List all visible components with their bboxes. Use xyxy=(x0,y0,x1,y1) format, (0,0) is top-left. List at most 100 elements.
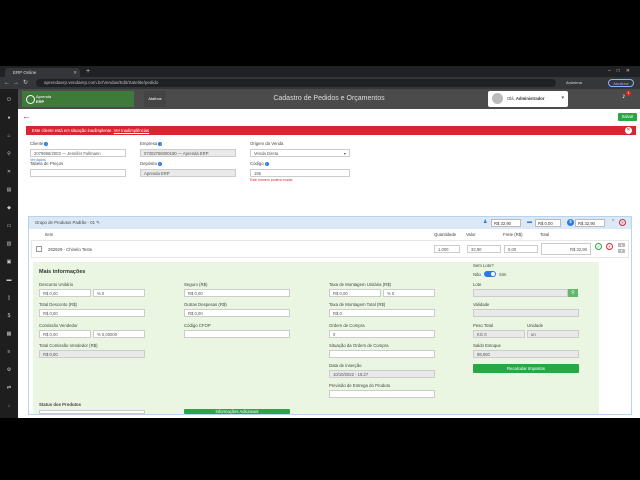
ordem-field[interactable]: 0 xyxy=(329,330,435,338)
lote-field[interactable] xyxy=(473,289,568,297)
outras-label: Outras Despesas (R$) xyxy=(184,302,227,307)
data-label: Data de inserção xyxy=(329,363,362,368)
save-button[interactable]: Salvar xyxy=(618,113,637,121)
cart-icon[interactable]: ⌂ xyxy=(6,133,12,139)
browser-tab[interactable]: ERP Online ✕ xyxy=(5,68,80,77)
situacao-field[interactable] xyxy=(329,350,435,358)
chart-icon[interactable]: ▤ xyxy=(6,187,12,193)
origem-select[interactable]: Venda Direta ▾ xyxy=(250,149,350,157)
taxa-total-field[interactable]: R$ 0 xyxy=(329,309,435,317)
quantity-field[interactable]: 1.000 xyxy=(434,245,460,253)
status-field[interactable] xyxy=(39,410,145,414)
box-icon[interactable]: ▣ xyxy=(6,259,12,265)
desc-total-label: Total Desconto (R$) xyxy=(39,302,77,307)
shortcuts-button[interactable]: Atalhos xyxy=(144,91,166,107)
col-quantidade: Quantidade xyxy=(434,232,457,237)
seguro-field[interactable]: R$ 0,00 xyxy=(184,289,290,297)
clipboard-icon[interactable]: ▯ xyxy=(6,295,12,301)
truck-icon[interactable]: ▬ xyxy=(6,277,12,283)
alert-text: Este cliente está em situação inadimplen… xyxy=(32,128,113,133)
search-icon[interactable]: ⚲ xyxy=(6,151,12,157)
bank-icon[interactable]: ▦ xyxy=(6,331,12,337)
money-icon[interactable]: $ xyxy=(6,313,12,319)
back-icon[interactable]: ← xyxy=(22,112,31,121)
comissao-pct-field[interactable]: % 0,00000 xyxy=(93,330,145,338)
address-bar[interactable]: aprendaerp.vendaerp.com.br/Vendas/Edit/S… xyxy=(36,79,556,87)
saldo-field[interactable]: 98,000 xyxy=(473,350,579,358)
back-arrow-icon[interactable]: ← xyxy=(4,79,10,87)
frete-field[interactable]: 0,00 xyxy=(504,245,538,253)
codigo-field[interactable]: 165 xyxy=(250,169,350,177)
new-tab-icon[interactable]: + xyxy=(86,68,90,76)
download-icon[interactable]: ↓ xyxy=(6,403,12,409)
profile-label[interactable]: Anônima xyxy=(566,80,582,85)
settings-icon[interactable]: ⚙ xyxy=(6,367,12,373)
remove-group-icon[interactable]: × xyxy=(619,219,626,226)
total-field[interactable]: R$ 32,90 xyxy=(541,243,591,255)
col-valor: Valor xyxy=(466,232,476,237)
cliente-field[interactable]: 2079696/2003 — Jennifer Fullmann xyxy=(30,149,126,157)
data-field[interactable]: 10/10/2022 - 15:27 xyxy=(329,370,435,378)
value-field[interactable]: 32,90 xyxy=(467,245,501,253)
move-up-icon[interactable]: ▲ xyxy=(618,243,625,247)
tag-icon[interactable]: ◆ xyxy=(6,205,12,211)
outras-field[interactable]: R$ 0,00 xyxy=(184,309,290,317)
item-checkbox[interactable] xyxy=(36,246,42,252)
comissao-label: Comissão Vendedor xyxy=(39,323,78,328)
chevron-down-icon: ▾ xyxy=(561,95,564,101)
bell-icon[interactable]: ♪ xyxy=(622,93,626,100)
chevron-up-icon[interactable]: ⌃ xyxy=(611,219,615,225)
deposito-field[interactable]: Aprenda ERP xyxy=(140,169,236,177)
tools-icon[interactable]: ✕ xyxy=(6,169,12,175)
taxa-unit-pct-field[interactable]: % 0 xyxy=(383,289,435,297)
origem-label: Origem da Venda xyxy=(250,141,284,146)
avatar xyxy=(492,93,503,104)
lote-label: Lote xyxy=(473,282,482,287)
cfop-field[interactable] xyxy=(184,330,290,338)
recalcular-button[interactable]: Recalcular Impostos xyxy=(473,364,579,373)
comissao-field[interactable]: R$ 0,00 xyxy=(39,330,91,338)
share-icon[interactable]: ⇄ xyxy=(6,385,12,391)
move-down-icon[interactable]: ▼ xyxy=(618,249,625,253)
group-total-3: R$ 32,90 xyxy=(575,219,605,227)
user-menu[interactable]: Olá, Administrador ▾ xyxy=(488,91,568,107)
info-adicionais-button[interactable]: Informações Adicionais xyxy=(184,409,290,414)
reload-icon[interactable]: ↻ xyxy=(23,79,28,87)
app-header: Cadastro de Pedidos e Orçamentos Aprenda… xyxy=(18,89,640,109)
desc-unit-pct-field[interactable]: % 0 xyxy=(93,289,145,297)
taxa-unit-label: Taxa de Montagem Unitária (R$) xyxy=(329,282,392,287)
building-icon[interactable]: ▥ xyxy=(6,241,12,247)
previsao-field[interactable] xyxy=(329,390,435,398)
empresa-field[interactable]: 07302756000190 — Aprenda ERP xyxy=(140,149,236,157)
info-icon: i xyxy=(264,162,269,166)
window-controls[interactable]: –□✕ xyxy=(608,68,636,74)
taxa-unit-field[interactable]: R$ 0,00 xyxy=(329,289,381,297)
close-icon[interactable]: ✕ xyxy=(625,127,632,134)
user-icon[interactable]: ● xyxy=(6,115,12,121)
desc-unit-field[interactable]: R$ 0,00 xyxy=(39,289,91,297)
browser-toolbar: ← → ↻ aprendaerp.vendaerp.com.br/Vendas/… xyxy=(0,77,640,89)
app-logo[interactable]: Aprenda ERP xyxy=(22,91,134,107)
pencil-icon[interactable]: ✎ xyxy=(96,220,100,225)
confirm-icon[interactable]: ✓ xyxy=(595,243,602,250)
peso-field[interactable]: KG 0 xyxy=(473,330,525,338)
remove-item-icon[interactable]: × xyxy=(606,243,613,250)
comissao-total-field[interactable]: R$ 0,00 xyxy=(39,350,145,358)
forward-arrow-icon[interactable]: → xyxy=(13,79,19,87)
deposito-label: Depósito i xyxy=(140,161,162,166)
document-icon[interactable]: ▭ xyxy=(6,223,12,229)
unidade-field[interactable]: un xyxy=(527,330,579,338)
update-button[interactable]: Atualizar xyxy=(608,79,634,87)
empresa-label: Empresa i xyxy=(140,141,163,146)
report-icon[interactable]: ≡ xyxy=(6,349,12,355)
desc-total-field[interactable]: R$ 0,00 xyxy=(39,309,145,317)
tabela-field[interactable] xyxy=(30,169,126,177)
truck-icon: ▬ xyxy=(527,219,532,225)
power-icon[interactable]: ⏻ xyxy=(6,97,12,103)
search-icon[interactable]: ⚲ xyxy=(568,289,578,297)
alert-link[interactable]: Ver Inadimplências xyxy=(114,128,149,133)
sem-lote-toggle[interactable] xyxy=(484,271,496,277)
validade-field[interactable] xyxy=(473,309,579,317)
previsao-label: Previsão de Entrega do Produto xyxy=(329,383,391,388)
tab-close-icon[interactable]: ✕ xyxy=(73,68,77,77)
